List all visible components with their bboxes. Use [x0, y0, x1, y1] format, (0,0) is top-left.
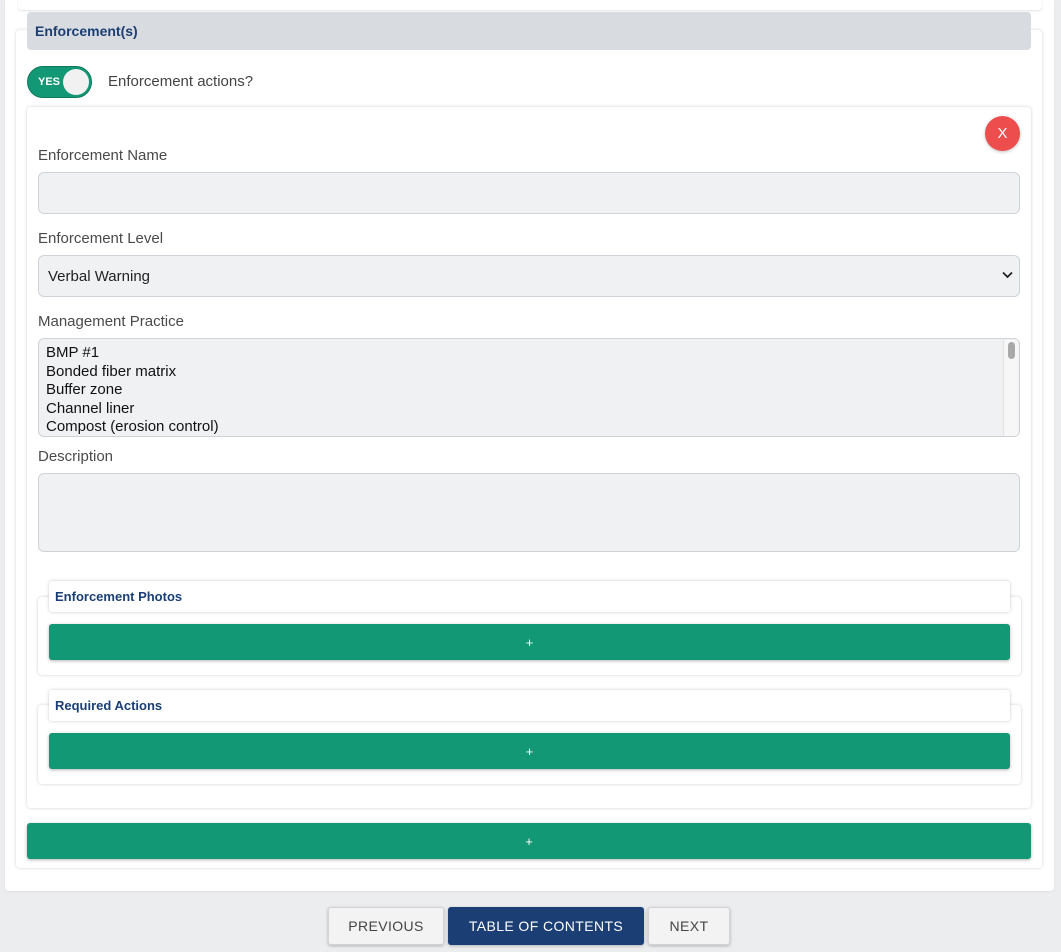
close-icon: X	[997, 125, 1008, 142]
listbox-option[interactable]: Bonded fiber matrix	[46, 363, 1019, 382]
listbox-option[interactable]: Compost (erosion control)	[46, 418, 1019, 436]
description-label: Description	[38, 448, 114, 465]
previous-section-edge	[18, 0, 1042, 10]
add-photo-button[interactable]: +	[49, 624, 1010, 660]
enforcement-photos-header: Enforcement Photos	[49, 581, 1010, 612]
scrollbar-thumb[interactable]	[1008, 342, 1015, 359]
listbox-option[interactable]: BMP #1	[46, 344, 1019, 363]
next-button[interactable]: NEXT	[648, 907, 730, 945]
enforcement-level-value: Verbal Warning	[48, 267, 150, 285]
enforcement-actions-toggle[interactable]: YES	[27, 66, 92, 98]
remove-enforcement-button[interactable]: X	[985, 116, 1020, 151]
management-practice-label: Management Practice	[38, 313, 184, 330]
description-textarea[interactable]	[38, 473, 1020, 552]
chevron-down-icon	[1002, 268, 1013, 282]
table-of-contents-button[interactable]: TABLE OF CONTENTS	[448, 907, 644, 945]
add-required-action-button[interactable]: +	[49, 733, 1010, 769]
listbox-scrollbar[interactable]	[1003, 340, 1018, 436]
add-enforcement-button[interactable]: +	[27, 823, 1031, 859]
section-title: Enforcement(s)	[27, 12, 1031, 50]
enforcement-name-label: Enforcement Name	[38, 147, 168, 164]
listbox-option[interactable]: Channel liner	[46, 400, 1019, 419]
required-actions-header: Required Actions	[49, 690, 1010, 721]
management-practice-listbox[interactable]: BMP #1 Bonded fiber matrix Buffer zone C…	[38, 338, 1020, 437]
toggle-state-label: YES	[38, 76, 61, 88]
enforcement-level-select[interactable]: Verbal Warning	[38, 255, 1020, 297]
toggle-knob	[63, 69, 89, 95]
listbox-option[interactable]: Buffer zone	[46, 381, 1019, 400]
toggle-label: Enforcement actions?	[108, 73, 254, 90]
enforcement-name-input[interactable]	[38, 172, 1020, 214]
previous-button[interactable]: PREVIOUS	[328, 907, 444, 945]
enforcement-level-label: Enforcement Level	[38, 230, 164, 247]
